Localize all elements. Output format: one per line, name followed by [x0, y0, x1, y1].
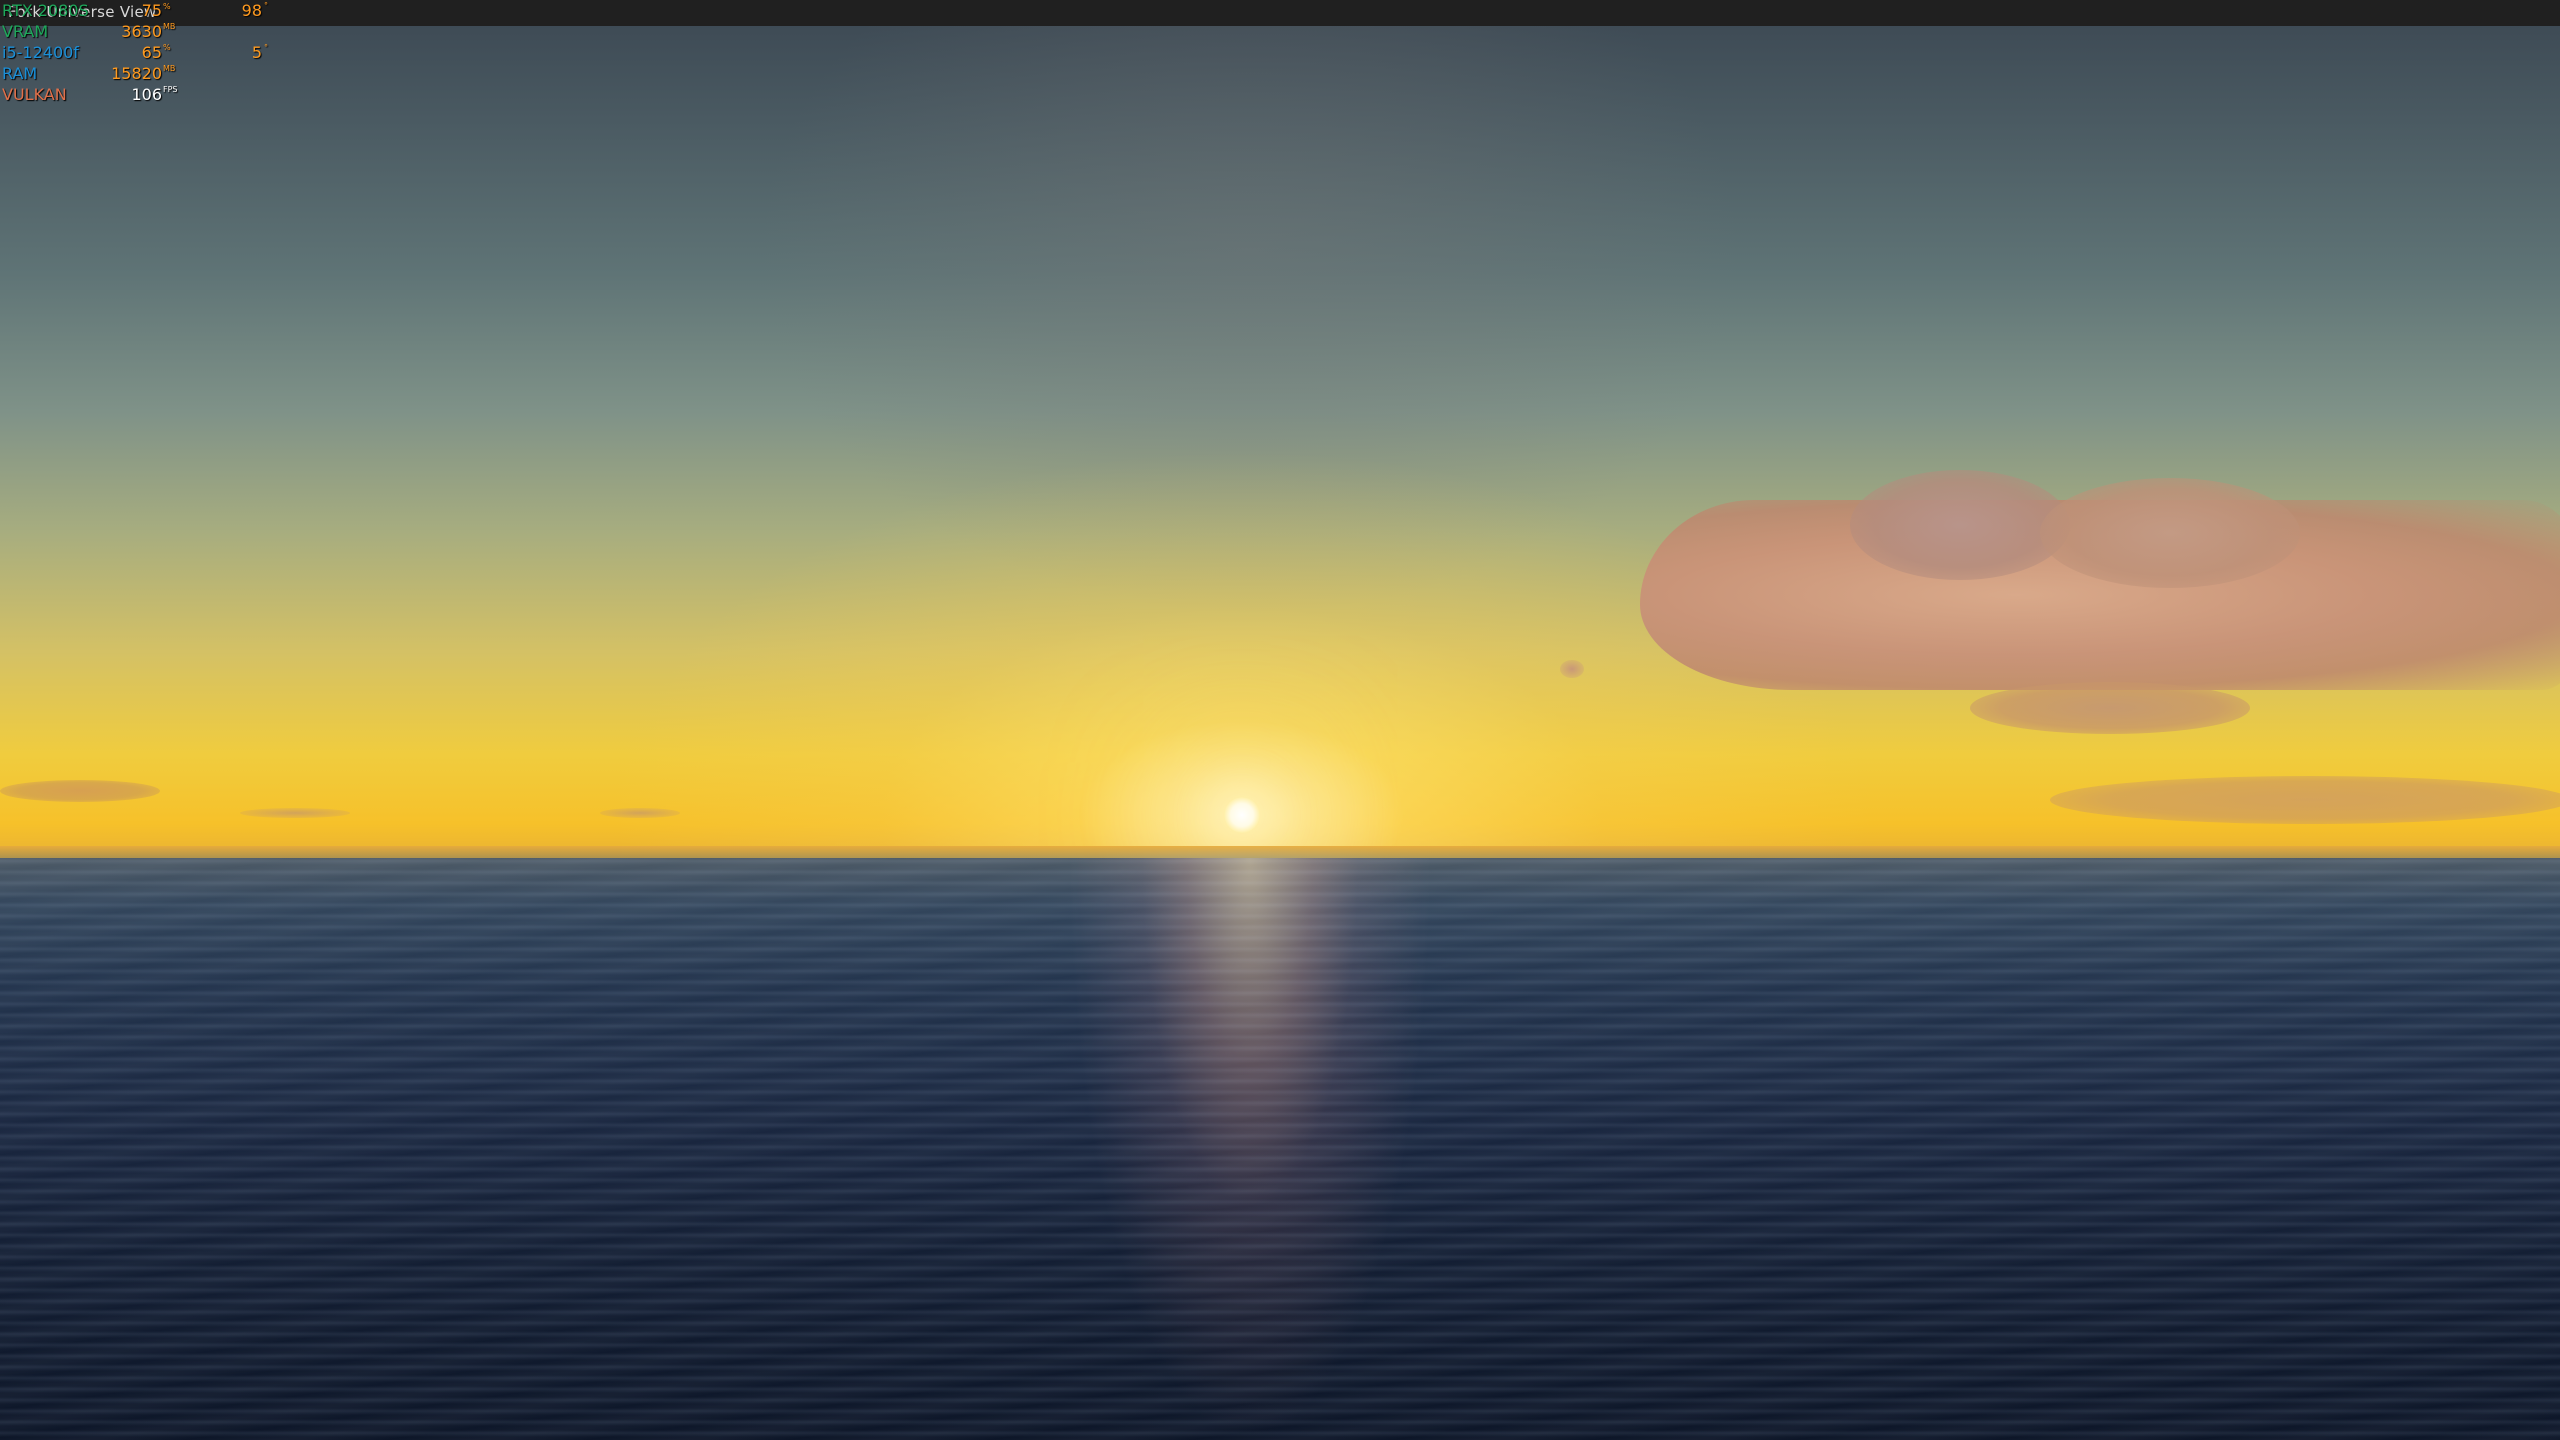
ram-unit: MB	[163, 64, 176, 73]
cloud-small	[240, 808, 350, 818]
graphics-api-label: VULKAN	[2, 85, 67, 104]
cloud-middle	[1970, 682, 2250, 734]
ram-value: 15820	[111, 64, 162, 83]
fps-unit: FPS	[163, 85, 178, 94]
cloud-puff	[1850, 470, 2070, 580]
ram-label: RAM	[2, 64, 38, 83]
cloud-left	[0, 780, 160, 802]
game-viewport[interactable]	[0, 0, 2560, 1440]
gpu-usage-value: 75	[141, 1, 162, 20]
gpu-temp-value: 98	[241, 1, 262, 20]
cloud-small	[1560, 660, 1584, 678]
cpu-usage-value: 65	[141, 43, 162, 62]
cloud-puff	[2040, 478, 2300, 588]
cloud-right	[2050, 776, 2560, 824]
vram-value: 3630	[121, 22, 162, 41]
overlay-row-gpu: RTX 2080S 75 % 98 °	[0, 0, 280, 21]
window-titlebar[interactable]: Fork Universe View	[0, 0, 2560, 26]
sun	[1224, 797, 1260, 833]
performance-overlay: RTX 2080S 75 % 98 ° VRAM 3630 MB i5-1240…	[0, 0, 280, 110]
gpu-usage-unit: %	[163, 2, 171, 11]
cpu-temp-unit: °	[264, 43, 268, 52]
gpu-label: RTX 2080S	[2, 1, 89, 20]
fps-value: 106	[131, 85, 162, 104]
overlay-row-vram: VRAM 3630 MB	[0, 21, 280, 42]
cpu-temp-value: 5	[251, 43, 262, 62]
sun-reflection	[1030, 858, 1470, 1440]
cloud-small	[600, 808, 680, 818]
overlay-row-fps: VULKAN 106 FPS	[0, 84, 280, 105]
cpu-usage-unit: %	[163, 43, 171, 52]
overlay-row-cpu: i5-12400f 65 % 5 °	[0, 42, 280, 63]
vram-unit: MB	[163, 22, 176, 31]
overlay-row-ram: RAM 15820 MB	[0, 63, 280, 84]
gpu-temp-unit: °	[264, 1, 268, 10]
cpu-label: i5-12400f	[2, 43, 79, 62]
vram-label: VRAM	[2, 22, 49, 41]
